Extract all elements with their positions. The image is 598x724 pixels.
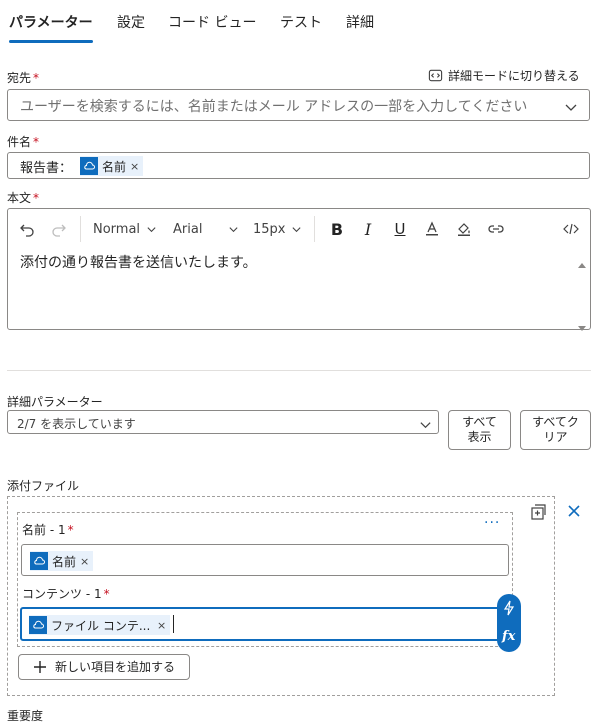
advanced-params-select[interactable]: 2/7 を表示しています xyxy=(7,410,439,434)
close-icon[interactable] xyxy=(566,503,582,523)
advanced-params-label: 詳細パラメーター xyxy=(7,395,103,409)
chevron-down-icon xyxy=(146,224,157,235)
required-mark: * xyxy=(67,523,74,537)
advanced-params-value: 2/7 を表示しています xyxy=(17,417,136,431)
attachment-name-token[interactable]: 名前 × xyxy=(30,551,94,571)
scroll-down-icon[interactable] xyxy=(577,318,587,337)
required-mark: * xyxy=(33,191,40,205)
font-select[interactable]: Arial xyxy=(173,222,239,237)
remove-token-icon[interactable]: × xyxy=(157,619,166,632)
subject-input[interactable]: 報告書： 名前 × xyxy=(7,152,590,179)
expression-fx-icon[interactable]: fx xyxy=(502,629,515,644)
highlight-icon[interactable] xyxy=(454,219,474,239)
italic-icon[interactable]: I xyxy=(358,219,378,239)
attachment-content-label: コンテンツ - 1 xyxy=(22,587,102,601)
more-options-icon[interactable]: ··· xyxy=(484,515,500,531)
format-select-value: Normal xyxy=(93,222,141,237)
size-select-value: 15px xyxy=(253,222,286,237)
to-label: 宛先 xyxy=(7,71,32,85)
add-new-item-button[interactable]: 新しい項目を追加する xyxy=(18,654,190,680)
chevron-down-icon[interactable] xyxy=(564,99,578,118)
body-text[interactable]: 添付の通り報告書を送信いたします。 xyxy=(20,252,257,272)
toolbar-divider xyxy=(80,216,81,242)
token-label: ファイル コンテ... xyxy=(51,618,151,633)
font-select-value: Arial xyxy=(173,222,203,237)
token-label: 名前 xyxy=(102,159,127,174)
show-all-button[interactable]: すべて 表示 xyxy=(448,410,511,450)
code-switch-icon xyxy=(428,68,443,83)
clear-all-button[interactable]: すべてク リア xyxy=(520,410,591,450)
cloud-icon xyxy=(80,157,98,175)
to-placeholder: ユーザーを検索するには、名前またはメール アドレスの一部を入力してください xyxy=(20,99,528,115)
format-select[interactable]: Normal xyxy=(93,222,157,237)
remove-token-icon[interactable]: × xyxy=(80,555,89,568)
redo-icon[interactable] xyxy=(49,219,69,239)
importance-label: 重要度 xyxy=(7,709,44,723)
underline-icon[interactable]: U xyxy=(390,219,410,239)
toolbar-divider xyxy=(314,216,315,242)
dynamic-content-icon[interactable] xyxy=(502,600,516,620)
scroll-up-icon[interactable] xyxy=(577,254,587,273)
chevron-down-icon xyxy=(228,224,239,235)
subject-prefix: 報告書： xyxy=(20,161,73,176)
required-mark: * xyxy=(33,71,40,85)
chevron-down-icon xyxy=(291,224,302,235)
attachment-name-label-wrap: 名前 - 1 * xyxy=(22,521,74,538)
advanced-mode-label: 詳細モードに切り替える xyxy=(448,69,580,83)
bold-icon[interactable]: B xyxy=(327,219,347,239)
size-select[interactable]: 15px xyxy=(253,222,302,237)
code-view-icon[interactable] xyxy=(561,219,581,239)
font-color-icon[interactable] xyxy=(422,219,442,239)
subject-name-token[interactable]: 名前 × xyxy=(80,156,144,176)
tab-code-view[interactable]: コード ビュー xyxy=(168,12,256,32)
subject-label: 件名 xyxy=(7,135,32,149)
attachment-name-label: 名前 - 1 xyxy=(22,523,66,537)
cloud-icon xyxy=(29,616,47,634)
text-cursor xyxy=(173,615,174,633)
plus-icon xyxy=(33,660,47,674)
active-tab-indicator xyxy=(9,40,93,43)
tab-details[interactable]: 詳細 xyxy=(346,12,374,32)
chevron-down-icon xyxy=(419,416,432,435)
attachment-content-input[interactable]: ファイル コンテ... × xyxy=(20,607,502,641)
switch-to-array-icon[interactable] xyxy=(529,503,547,525)
required-mark: * xyxy=(33,135,40,149)
tab-settings[interactable]: 設定 xyxy=(117,12,145,32)
attachment-name-input[interactable]: 名前 × xyxy=(21,544,509,576)
cloud-icon xyxy=(30,552,48,570)
remove-token-icon[interactable]: × xyxy=(130,160,139,173)
required-mark: * xyxy=(103,587,110,601)
subject-label-wrap: 件名 * xyxy=(7,133,39,150)
attachments-label: 添付ファイル xyxy=(7,479,80,493)
add-new-item-label: 新しい項目を追加する xyxy=(55,659,176,674)
advanced-mode-link[interactable]: 詳細モードに切り替える xyxy=(428,67,580,84)
body-label-wrap: 本文 * xyxy=(7,189,39,206)
divider xyxy=(7,370,591,371)
tab-test[interactable]: テスト xyxy=(280,12,322,32)
token-label: 名前 xyxy=(52,554,77,569)
undo-icon[interactable] xyxy=(17,219,37,239)
tab-parameters[interactable]: パラメーター xyxy=(9,12,93,32)
to-label-wrap: 宛先 * xyxy=(7,69,39,86)
attachment-content-token[interactable]: ファイル コンテ... × xyxy=(29,615,171,635)
to-input[interactable]: ユーザーを検索するには、名前またはメール アドレスの一部を入力してください xyxy=(7,89,590,121)
body-label: 本文 xyxy=(7,191,32,205)
link-icon[interactable] xyxy=(486,219,506,239)
attachment-content-label-wrap: コンテンツ - 1 * xyxy=(22,585,110,602)
